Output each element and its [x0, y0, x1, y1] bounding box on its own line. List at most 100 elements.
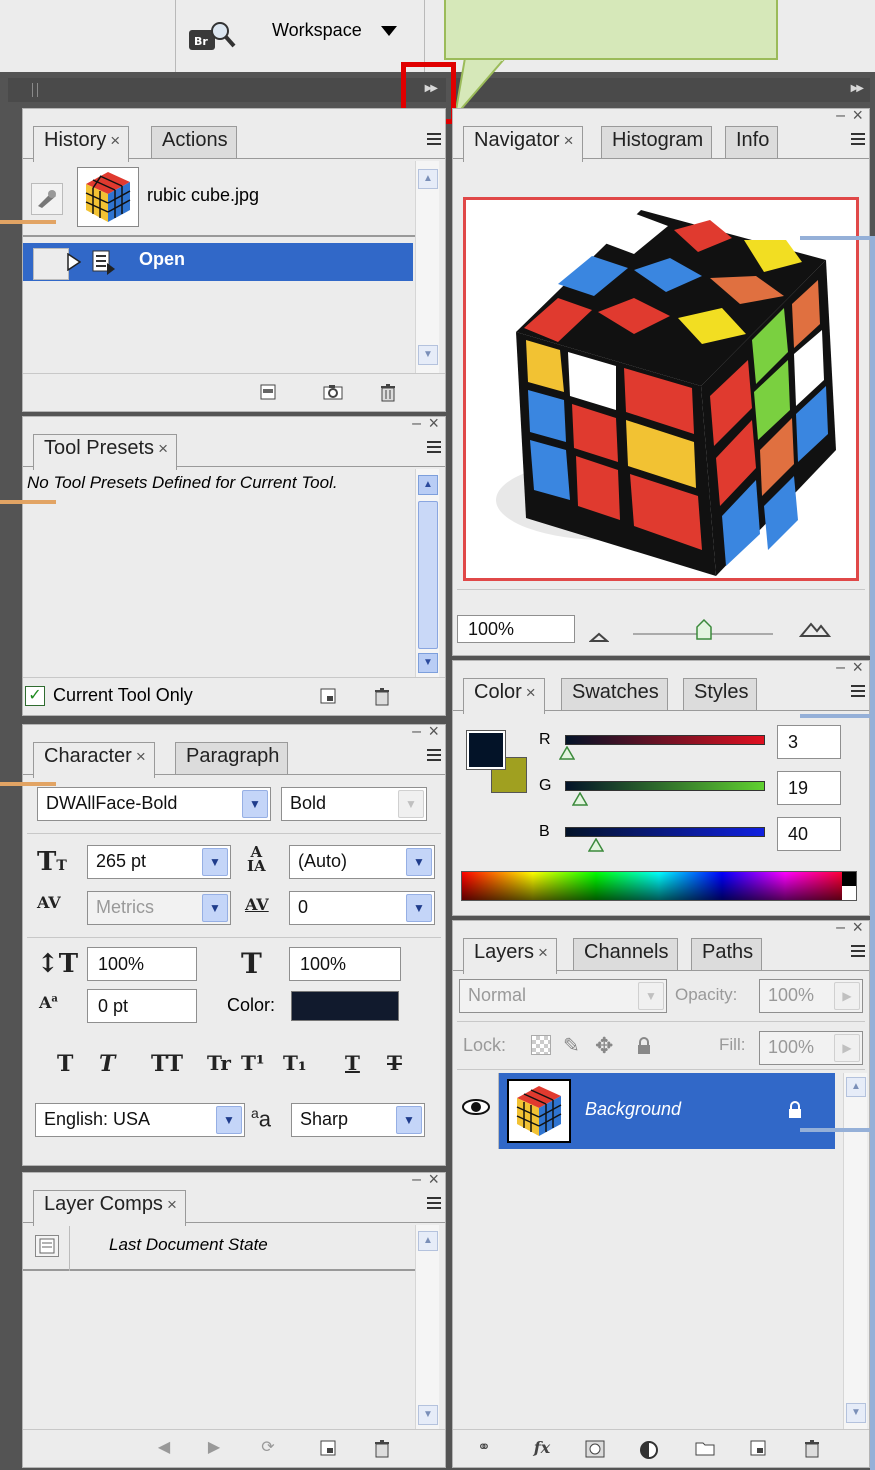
faux-bold-button[interactable]: T [57, 1051, 73, 1077]
scroll-down-icon[interactable]: ▼ [846, 1403, 866, 1423]
color-spectrum-ramp[interactable] [461, 871, 857, 901]
layer-comp-row[interactable]: Last Document State [23, 1225, 415, 1271]
new-tool-preset-icon[interactable] [319, 688, 337, 704]
red-value-input[interactable]: 3 [777, 725, 841, 759]
blue-slider-thumb[interactable] [588, 837, 605, 852]
tab-swatches[interactable]: Swatches [561, 678, 668, 710]
layer-row-background[interactable]: Background [453, 1073, 843, 1149]
panel-menu-icon[interactable] [421, 749, 441, 763]
tab-layer-comps[interactable]: Layer Comps × [33, 1190, 186, 1226]
workspace-dropdown-arrow-icon[interactable] [381, 26, 397, 36]
superscript-button[interactable]: T¹ [241, 1051, 265, 1075]
green-value-input[interactable]: 19 [777, 771, 841, 805]
layer-style-icon[interactable]: fx [529, 1440, 555, 1456]
tab-color[interactable]: Color × [463, 678, 545, 714]
tab-channels[interactable]: Channels [573, 938, 678, 970]
dock-column-bar-left[interactable]: ▶▶ [8, 78, 446, 102]
next-comp-icon[interactable]: ▶ [205, 1440, 223, 1456]
tab-history[interactable]: History × [33, 126, 130, 162]
lock-transparent-pixels-icon[interactable] [531, 1035, 551, 1055]
anti-alias-select[interactable]: Sharp ▼ [291, 1103, 425, 1137]
new-layer-comp-icon[interactable] [319, 1440, 337, 1456]
language-select[interactable]: English: USA ▼ [35, 1103, 245, 1137]
foreground-color-swatch[interactable] [466, 730, 506, 770]
layers-scrollbar[interactable]: ▲ ▼ [843, 1073, 867, 1429]
zoom-input[interactable]: 100% [457, 615, 575, 643]
scroll-up-icon[interactable]: ▲ [418, 475, 438, 495]
layer-name[interactable]: Background [585, 1099, 681, 1120]
font-size-select[interactable]: 265 pt ▼ [87, 845, 231, 879]
panel-menu-icon[interactable] [421, 441, 441, 455]
add-mask-icon[interactable] [585, 1440, 605, 1458]
link-layers-icon[interactable]: ⚭ [469, 1440, 499, 1456]
zoom-out-icon[interactable] [588, 627, 610, 642]
panel-menu-icon[interactable] [845, 945, 865, 959]
history-step-open[interactable]: Open [23, 243, 413, 281]
snapshot-source-icon[interactable] [31, 183, 63, 215]
blue-value-input[interactable]: 40 [777, 817, 841, 851]
tab-paragraph[interactable]: Paragraph [175, 742, 289, 774]
layer-comps-scrollbar[interactable]: ▲ ▼ [415, 1225, 439, 1431]
tracking-select[interactable]: 0 ▼ [289, 891, 435, 925]
underline-button[interactable]: T [345, 1051, 360, 1075]
delete-layer-icon[interactable] [803, 1440, 821, 1458]
tab-paths[interactable]: Paths [691, 938, 763, 970]
lock-position-icon[interactable]: ✥ [595, 1033, 619, 1058]
baseline-shift-input[interactable]: 0 pt [87, 989, 197, 1023]
delete-layer-comp-icon[interactable] [373, 1440, 391, 1458]
new-adjustment-layer-icon[interactable] [639, 1440, 658, 1459]
panel-menu-icon[interactable] [845, 685, 865, 699]
previous-comp-icon[interactable]: ◀ [155, 1440, 173, 1456]
history-brush-source-box[interactable] [33, 248, 69, 280]
panel-menu-icon[interactable] [421, 133, 441, 147]
scroll-thumb[interactable] [418, 501, 438, 649]
update-comp-icon[interactable]: ⟳ [259, 1440, 277, 1456]
panel-menu-icon[interactable] [421, 1197, 441, 1211]
font-family-select[interactable]: DWAllFace-Bold ▼ [37, 787, 271, 821]
horizontal-scale-input[interactable]: 100% [289, 947, 401, 981]
scroll-down-icon[interactable]: ▼ [418, 345, 438, 365]
delete-state-icon[interactable] [379, 384, 397, 402]
zoom-slider-thumb[interactable] [695, 618, 713, 641]
panel-menu-icon[interactable] [845, 133, 865, 147]
blend-mode-select[interactable]: Normal ▼ [459, 979, 667, 1013]
leading-select[interactable]: (Auto) ▼ [289, 845, 435, 879]
workspace-menu[interactable]: Workspace [272, 20, 362, 41]
scroll-up-icon[interactable]: ▲ [418, 1231, 438, 1251]
lock-image-pixels-icon[interactable]: ✎ [563, 1033, 587, 1057]
delete-tool-preset-icon[interactable] [373, 688, 391, 706]
scroll-down-icon[interactable]: ▼ [418, 653, 438, 673]
new-snapshot-icon[interactable] [323, 384, 343, 400]
history-scrollbar[interactable]: ▲ ▼ [415, 161, 439, 373]
text-color-swatch[interactable] [291, 991, 399, 1021]
scroll-down-icon[interactable]: ▼ [418, 1405, 438, 1425]
zoom-in-icon[interactable] [798, 621, 832, 637]
red-slider-thumb[interactable] [559, 745, 576, 760]
font-style-select[interactable]: Bold ▼ [281, 787, 427, 821]
tab-navigator[interactable]: Navigator × [463, 126, 583, 162]
navigator-preview[interactable] [463, 197, 859, 581]
tab-layers[interactable]: Layers × [463, 938, 557, 974]
green-slider-thumb[interactable] [571, 791, 589, 806]
tab-tool-presets[interactable]: Tool Presets × [33, 434, 177, 470]
bridge-icon[interactable]: Br [188, 20, 236, 52]
red-slider[interactable] [565, 735, 765, 745]
tab-histogram[interactable]: Histogram [601, 126, 713, 158]
current-tool-only-checkbox[interactable]: ✓ [25, 686, 45, 706]
tab-actions[interactable]: Actions [151, 126, 237, 158]
opacity-input[interactable]: 100% ▶ [759, 979, 863, 1013]
fill-input[interactable]: 100% ▶ [759, 1031, 863, 1065]
tool-presets-scrollbar[interactable]: ▲ ▼ [415, 469, 439, 681]
small-caps-button[interactable]: Tr [207, 1051, 231, 1075]
subscript-button[interactable]: T₁ [283, 1051, 307, 1075]
all-caps-button[interactable]: TT [151, 1051, 183, 1077]
strikethrough-button[interactable]: T [387, 1051, 402, 1075]
tab-info[interactable]: Info [725, 126, 779, 158]
scroll-up-icon[interactable]: ▲ [418, 169, 438, 189]
layer-visibility-toggle[interactable] [453, 1073, 499, 1149]
new-layer-icon[interactable] [749, 1440, 767, 1456]
green-slider[interactable] [565, 781, 765, 791]
scroll-up-icon[interactable]: ▲ [846, 1077, 866, 1097]
tab-styles[interactable]: Styles [683, 678, 758, 710]
kerning-select[interactable]: Metrics ▼ [87, 891, 231, 925]
